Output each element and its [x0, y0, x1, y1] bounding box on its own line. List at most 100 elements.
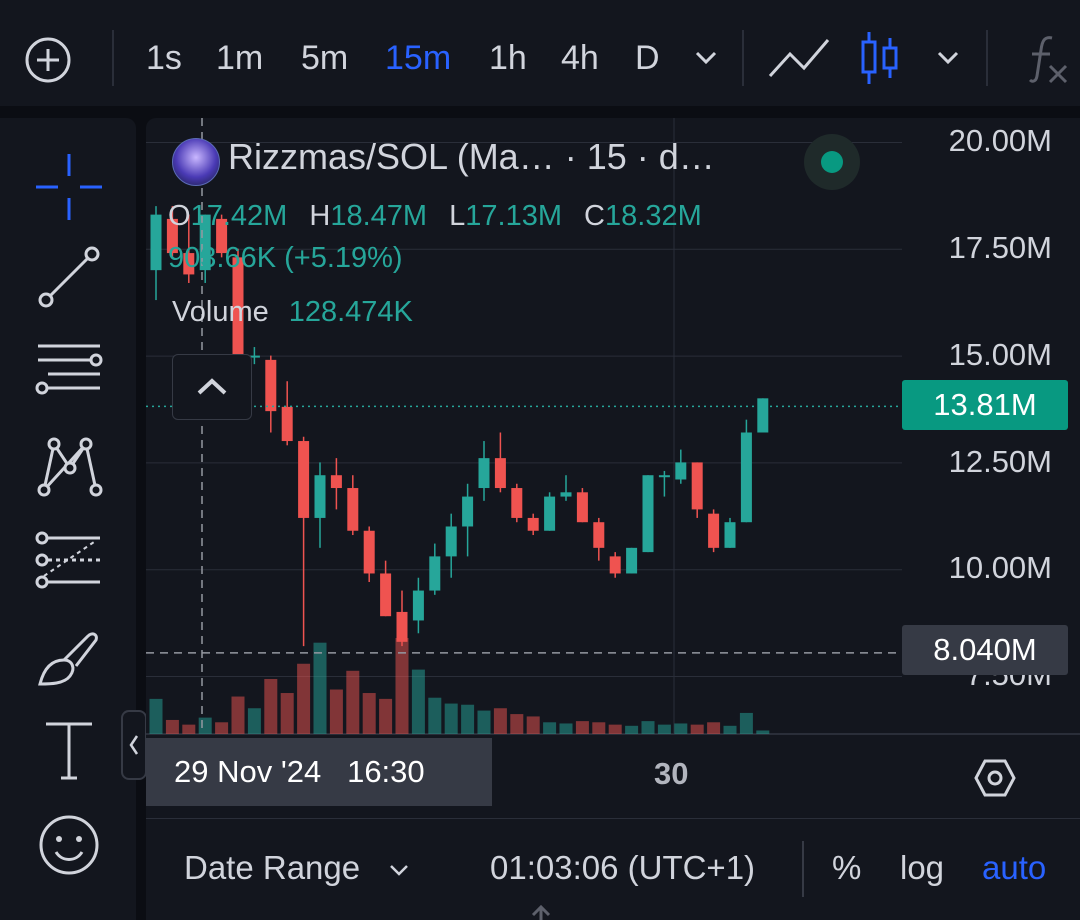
interval-1h[interactable]: 1h [489, 30, 527, 86]
chart-pane[interactable]: Rizzmas/SOL (Ma… · 15 · d… O17.42M H18.4… [146, 118, 1080, 920]
candle-body [724, 522, 736, 548]
volume-bar [280, 693, 294, 734]
last-price-tag: 13.81M [902, 380, 1068, 430]
trend-line-icon[interactable] [34, 242, 104, 312]
price-change: 903.66K (+5.19%) [168, 242, 403, 274]
crosshair-icon[interactable] [34, 152, 104, 222]
candle-body [412, 590, 424, 621]
auto-toggle[interactable]: auto [982, 849, 1046, 887]
interval-15m[interactable]: 15m [385, 30, 451, 86]
volume-bar [657, 724, 671, 734]
market-status-dot[interactable] [804, 134, 860, 190]
candle-body [347, 488, 359, 531]
candles-icon[interactable] [858, 30, 902, 86]
fx-icon[interactable] [1026, 32, 1070, 86]
fib-icon[interactable] [34, 526, 104, 596]
chart-type-chevron-down-icon[interactable] [936, 50, 960, 66]
volume-bar [723, 725, 737, 734]
brush-icon[interactable] [34, 624, 104, 694]
candle-body [330, 475, 342, 489]
volume-legend[interactable]: Volume 128.474K [172, 296, 413, 329]
volume-bar [165, 719, 179, 734]
volume-bar [608, 724, 622, 734]
interval-1m[interactable]: 1m [216, 30, 263, 86]
low-label: L [449, 200, 466, 232]
crosshair-price-tag: 8.040M [902, 625, 1068, 675]
volume-bar [182, 724, 196, 734]
pattern-icon[interactable] [34, 430, 104, 500]
chart-settings-icon[interactable] [974, 758, 1016, 798]
price-axis-label: 12.50M [948, 444, 1052, 479]
volume-bar [641, 721, 655, 734]
interval-1s[interactable]: 1s [146, 30, 182, 86]
percent-toggle[interactable]: % [832, 849, 861, 887]
volume-bar [231, 696, 245, 734]
interval-4h[interactable]: 4h [561, 30, 599, 86]
drawing-toolbar [0, 118, 136, 920]
open-label: O [168, 200, 191, 232]
candle-body [265, 359, 277, 412]
volume-bar [625, 725, 639, 734]
candle-body [544, 496, 556, 531]
candle-body [363, 530, 375, 574]
chevron-left-icon [129, 735, 139, 755]
emoji-icon[interactable] [34, 810, 104, 880]
interval-chevron-down-icon[interactable] [694, 50, 718, 66]
interval-1d[interactable]: D [635, 30, 660, 86]
candle-body [560, 492, 572, 497]
top-toolbar: 1s 1m 5m 15m 1h 4h D [0, 0, 1080, 106]
price-axis-label: 17.50M [948, 230, 1052, 265]
candle-body [740, 432, 752, 523]
volume-bar [247, 708, 261, 734]
candle-body [445, 526, 457, 557]
price-axis-label: 15.00M [948, 337, 1052, 372]
volume-bar [543, 722, 557, 734]
volume-bar [444, 703, 458, 734]
candle-body [478, 458, 490, 489]
text-icon[interactable] [34, 716, 104, 786]
volume-bar [149, 698, 163, 734]
volume-bar [313, 642, 327, 734]
date-range-button[interactable]: Date Range [184, 849, 360, 887]
symbol-title[interactable]: Rizzmas/SOL (Ma… · 15 · d… [228, 136, 715, 178]
bottom-toolbar: Date Range 01:03:06 (UTC+1) % log auto [146, 818, 1080, 920]
price-axis-label: 10.00M [948, 550, 1052, 585]
add-symbol-icon[interactable] [24, 36, 72, 84]
interval-5m[interactable]: 5m [301, 30, 348, 86]
candle-body [609, 556, 621, 574]
volume-bar [428, 697, 442, 734]
volume-bar [707, 722, 721, 734]
volume-bar [461, 704, 475, 734]
candle-body [576, 492, 588, 523]
volume-bar [297, 663, 311, 734]
arrow-up-icon[interactable] [528, 903, 554, 920]
close-value: 18.32M [605, 200, 702, 232]
ohlc-values: O17.42M H18.47M L17.13M C18.32M [168, 200, 716, 233]
volume-bar [756, 730, 770, 734]
horizontal-lines-icon[interactable] [34, 332, 104, 402]
date-range-chevron-down-icon[interactable] [388, 863, 410, 877]
candle-body [281, 406, 293, 442]
log-toggle[interactable]: log [900, 849, 944, 887]
toolbar-separator [986, 30, 988, 86]
volume-label: Volume [172, 296, 269, 328]
crosshair-time-text: 29 Nov '24 16:30 [174, 754, 425, 789]
hide-toolbar-button[interactable] [121, 710, 147, 780]
timezone-clock[interactable]: 01:03:06 (UTC+1) [490, 849, 755, 887]
collapse-legend-button[interactable] [172, 354, 252, 420]
volume-bar [477, 710, 491, 734]
volume-bar [379, 698, 393, 734]
volume-bar [198, 717, 212, 734]
candle-body [494, 458, 506, 489]
candle-body [462, 496, 474, 527]
price-axis-label: 20.00M [948, 123, 1052, 158]
line-chart-icon[interactable] [766, 34, 832, 84]
close-label: C [584, 200, 605, 232]
volume-bar [493, 708, 507, 734]
candle-body [298, 441, 310, 518]
volume-bar [739, 712, 753, 734]
chevron-up-icon [197, 378, 227, 395]
candle-body [691, 462, 703, 510]
candle-body [757, 398, 769, 433]
toolbar-separator [112, 30, 114, 86]
